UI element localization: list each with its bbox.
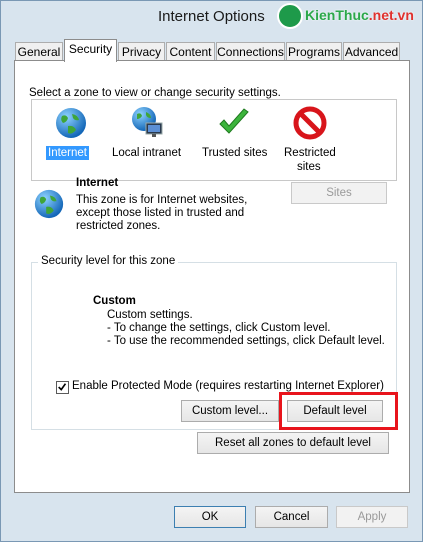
security-level-line1: Custom settings. [107, 309, 193, 321]
zone-restricted-sites-label-line2: sites [297, 161, 321, 173]
zone-trusted-sites-label: Trusted sites [202, 147, 268, 159]
tab-advanced[interactable]: Advanced [343, 42, 400, 62]
sites-button[interactable]: Sites [291, 182, 387, 204]
zone-trusted-sites[interactable]: Trusted sites [200, 106, 268, 178]
globe-icon [56, 108, 86, 138]
check-icon [219, 108, 249, 134]
zone-info-line1: This zone is for Internet websites, [76, 194, 248, 206]
watermark-text: KienThuc [305, 7, 369, 23]
tab-programs[interactable]: Programs [286, 42, 342, 62]
intranet-globe-icon [132, 107, 163, 137]
zone-restricted-sites-label: Restricted [284, 147, 336, 159]
reset-all-zones-button[interactable]: Reset all zones to default level [197, 432, 389, 454]
security-level-group-label: Security level for this zone [38, 255, 179, 267]
custom-level-button[interactable]: Custom level... [181, 400, 279, 422]
protected-mode-checkbox[interactable] [56, 381, 69, 394]
tab-security[interactable]: Security [64, 39, 117, 62]
tab-connections[interactable]: Connections [216, 42, 285, 62]
title-bar[interactable]: Internet Options KienThuc.net.vn [1, 1, 422, 33]
watermark-emblem-icon [277, 3, 303, 29]
tab-content[interactable]: Content [166, 42, 215, 62]
internet-options-window: Internet Options KienThuc.net.vn General… [0, 0, 423, 542]
watermark-logo: KienThuc.net.vn [277, 3, 420, 31]
protected-mode-label: Enable Protected Mode (requires restarti… [72, 380, 384, 392]
zone-list: Internet Local intranet Trusted sites Re… [31, 99, 397, 181]
zone-internet[interactable]: Internet [46, 106, 96, 178]
zone-info-title: Internet [76, 177, 119, 189]
zone-info-line3: restricted zones. [76, 220, 161, 232]
select-zone-label: Select a zone to view or change security… [29, 87, 281, 99]
security-level-name: Custom [93, 295, 136, 307]
zone-local-intranet-label: Local intranet [112, 147, 182, 159]
zone-local-intranet[interactable]: Local intranet [112, 106, 182, 178]
window-title: Internet Options [158, 8, 265, 25]
checkmark-icon [58, 383, 67, 391]
zone-internet-label: Internet [46, 146, 89, 160]
cancel-button[interactable]: Cancel [255, 506, 328, 528]
watermark-text-accent: .net.vn [368, 7, 414, 23]
restricted-icon [293, 106, 327, 140]
zone-info-line2: except those listed in trusted and [76, 207, 245, 219]
ok-button[interactable]: OK [174, 506, 246, 528]
default-level-highlight [279, 392, 398, 430]
tab-privacy[interactable]: Privacy [118, 42, 165, 62]
security-tab-panel: Select a zone to view or change security… [14, 60, 410, 493]
zone-info-globe-icon [34, 189, 64, 219]
zone-restricted-sites[interactable]: Restricted sites [280, 106, 340, 178]
tab-strip: General Security Privacy Content Connect… [15, 39, 415, 62]
security-level-line3: - To use the recommended settings, click… [107, 335, 385, 347]
security-level-line2: - To change the settings, click Custom l… [107, 322, 331, 334]
tab-general[interactable]: General [15, 42, 63, 62]
apply-button[interactable]: Apply [336, 506, 408, 528]
